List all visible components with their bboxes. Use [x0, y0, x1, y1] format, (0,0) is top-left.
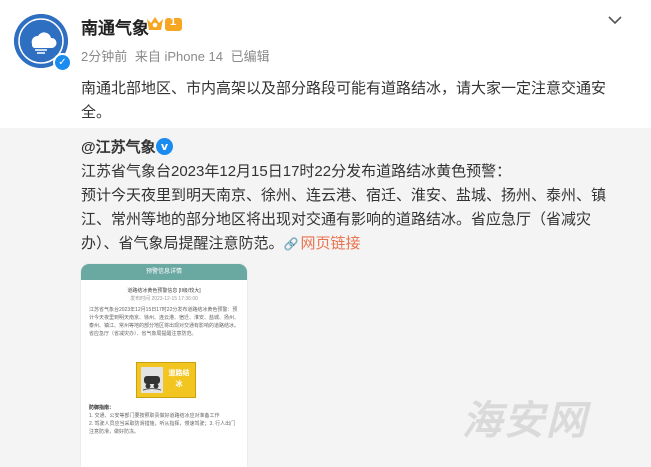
edited-label[interactable]: 已编辑: [231, 49, 270, 64]
chevron-down-icon[interactable]: [605, 10, 625, 30]
thumb-timestamp: 发布时间 2023-12-15 17:36:00: [130, 296, 198, 302]
vip-level: 1: [170, 16, 177, 28]
repost-line-2: 预计今天夜里到明天南京、徐州、连云港、宿迁、淮安、盐城、扬州、泰州、镇江、常州等…: [81, 184, 621, 256]
thumb-footer: 防御指南： 1. 交通、公安等部门要按照职责做好道路结冰应对准备工作 2. 驾驶…: [81, 404, 247, 436]
road-ice-warning-icon: 道路结冰: [136, 362, 196, 398]
weibo-post: ✓ 南通气象 1 2分钟前 来自 iPhone 14 已编辑 南通北部地区、市内…: [0, 0, 651, 467]
repost-author[interactable]: @江苏气象: [81, 136, 156, 157]
verified-icon: v: [156, 138, 173, 155]
vip-crown-icon[interactable]: 1: [146, 15, 186, 33]
link-icon: 🔗: [283, 237, 299, 251]
author-name[interactable]: 南通气象: [81, 14, 149, 39]
guide-title: 防御指南：: [89, 405, 115, 411]
car-skid-icon: [141, 367, 163, 393]
web-link[interactable]: 🔗 网页链接: [284, 235, 361, 252]
guide-item-1: 1. 交通、公安等部门要按照职责做好道路结冰应对准备工作: [89, 413, 220, 419]
repost-line-1: 江苏省气象台2023年12月15日17时22分发布道路结冰黄色预警：: [81, 163, 512, 180]
attached-image[interactable]: 预警信息详情 道路结冰黄色预警信息 [II级/较大] 发布时间 2023-12-…: [81, 264, 247, 467]
sign-text: 道路结冰: [168, 370, 190, 388]
repost-card[interactable]: @江苏气象 v 江苏省气象台2023年12月15日17时22分发布道路结冰黄色预…: [0, 128, 651, 467]
thumb-body: 江苏省气象台2023年12月15日17时22分发布道路结冰黄色预警：预计今天夜里…: [89, 307, 240, 337]
thumb-title: 道路结冰黄色预警信息 [II级/较大]: [127, 288, 201, 294]
repost-text: 江苏省气象台2023年12月15日17时22分发布道路结冰黄色预警： 预计今天夜…: [81, 160, 621, 256]
web-link-label: 网页链接: [300, 235, 361, 252]
post-time[interactable]: 2分钟前: [81, 49, 127, 64]
post-source: 来自 iPhone 14: [134, 49, 224, 64]
verified-icon: ✓: [53, 53, 72, 72]
post-text: 南通北部地区、市内高架以及部分路段可能有道路结冰，请大家一定注意交通安全。: [81, 80, 607, 121]
post-meta: 2分钟前 来自 iPhone 14 已编辑: [81, 46, 274, 65]
thumb-header: 预警信息详情: [81, 264, 247, 280]
guide-item-2: 2. 驾驶人员应当采取防滑措施，听从指挥，慢速驾驶；3. 行人出门注意防滑，做好…: [89, 421, 236, 435]
watermark: 海安网: [462, 398, 588, 444]
